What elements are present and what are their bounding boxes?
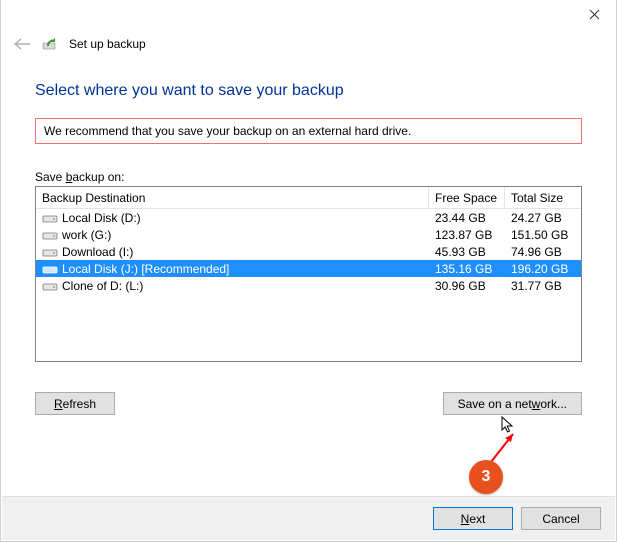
window-title: Set up backup xyxy=(69,37,146,51)
hard-drive-icon xyxy=(42,229,58,241)
drive-name: Local Disk (J:) [Recommended] xyxy=(62,262,229,276)
drive-name: Download (I:) xyxy=(62,245,133,259)
save-on-network-button[interactable]: Save on a network... xyxy=(443,392,582,415)
drive-free: 30.96 GB xyxy=(429,279,505,293)
hard-drive-icon xyxy=(42,212,58,224)
drive-name: work (G:) xyxy=(62,228,111,242)
recommendation-banner: We recommend that you save your backup o… xyxy=(35,118,582,144)
drive-row[interactable]: Download (I:) 45.93 GB74.96 GB xyxy=(36,243,581,260)
drive-name: Local Disk (D:) xyxy=(62,211,141,225)
back-arrow-icon[interactable] xyxy=(13,37,31,51)
drive-row[interactable]: work (G:) 123.87 GB151.50 GB xyxy=(36,226,581,243)
drive-total: 151.50 GB xyxy=(505,228,581,242)
drive-free: 45.93 GB xyxy=(429,245,505,259)
refresh-button[interactable]: Refresh xyxy=(35,392,115,415)
step-badge: 3 xyxy=(469,460,503,494)
hard-drive-icon xyxy=(42,263,58,275)
page-heading: Select where you want to save your backu… xyxy=(35,82,582,100)
drive-free: 23.44 GB xyxy=(429,211,505,225)
red-arrow-annotation xyxy=(481,424,531,464)
drive-total: 196.20 GB xyxy=(505,262,581,276)
col-total-size[interactable]: Total Size xyxy=(505,187,581,208)
drive-name: Clone of D: (L:) xyxy=(62,279,143,293)
save-on-label: Save backup on: xyxy=(35,170,582,184)
drive-total: 74.96 GB xyxy=(505,245,581,259)
hard-drive-icon xyxy=(42,246,58,258)
drive-list-header: Backup Destination Free Space Total Size xyxy=(36,187,581,209)
next-button[interactable]: Next xyxy=(433,507,513,530)
drive-total: 31.77 GB xyxy=(505,279,581,293)
backup-app-icon xyxy=(41,36,59,52)
drive-row[interactable]: Clone of D: (L:) 30.96 GB31.77 GB xyxy=(36,277,581,294)
col-free-space[interactable]: Free Space xyxy=(429,187,505,208)
drive-free: 123.87 GB xyxy=(429,228,505,242)
col-destination[interactable]: Backup Destination xyxy=(36,187,429,208)
drive-total: 24.27 GB xyxy=(505,211,581,225)
drive-row[interactable]: Local Disk (J:) [Recommended] 135.16 GB19… xyxy=(36,260,581,277)
hard-drive-icon xyxy=(42,280,58,292)
close-button[interactable] xyxy=(586,8,602,24)
drive-row[interactable]: Local Disk (D:) 23.44 GB24.27 GB xyxy=(36,209,581,226)
cancel-button[interactable]: Cancel xyxy=(521,507,601,530)
footer-bar: Next Cancel xyxy=(2,496,615,540)
drive-list[interactable]: Backup Destination Free Space Total Size… xyxy=(35,186,582,362)
drive-free: 135.16 GB xyxy=(429,262,505,276)
